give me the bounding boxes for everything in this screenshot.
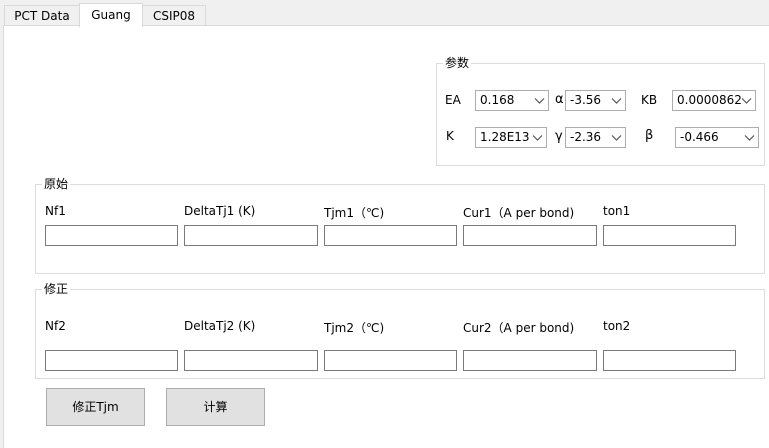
- chevron-down-icon: [744, 135, 755, 141]
- tjm1-input[interactable]: [324, 225, 457, 246]
- params-group-title: 参数: [445, 56, 470, 70]
- tjm1-label: Tjm1（℃): [324, 206, 385, 220]
- deltatj1-label: DeltaTj1 (K): [184, 204, 256, 218]
- tab-pct-data[interactable]: PCT Data: [4, 5, 80, 26]
- nf2-label: Nf2: [45, 319, 66, 333]
- gamma-combo[interactable]: -2.36: [565, 127, 626, 148]
- chevron-down-icon: [611, 135, 622, 141]
- cur2-input[interactable]: [463, 350, 597, 371]
- k-label: K: [446, 129, 454, 143]
- ton1-input[interactable]: [603, 225, 736, 246]
- ea-combo[interactable]: 0.168: [475, 90, 549, 111]
- nf1-input[interactable]: [45, 225, 178, 246]
- tab-guang[interactable]: Guang: [79, 3, 143, 27]
- chevron-down-icon: [741, 98, 752, 104]
- calculate-button[interactable]: 计算: [166, 388, 265, 426]
- k-combo[interactable]: 1.28E13: [475, 127, 547, 148]
- ton2-label: ton2: [603, 319, 631, 333]
- ton2-input[interactable]: [603, 350, 736, 371]
- alpha-combo-value: -3.56: [570, 93, 602, 107]
- correct-tjm-button[interactable]: 修正Tjm: [46, 388, 145, 426]
- beta-combo[interactable]: -0.466: [675, 127, 759, 148]
- original-group-title: 原始: [44, 177, 69, 191]
- nf2-input[interactable]: [45, 350, 178, 371]
- ea-combo-value: 0.168: [480, 93, 515, 107]
- params-group: 参数: [436, 57, 765, 166]
- gamma-label: γ: [555, 129, 563, 144]
- gamma-combo-value: -2.36: [570, 130, 602, 144]
- deltatj2-label: DeltaTj2 (K): [184, 319, 256, 333]
- cur1-label: Cur1（A per bond): [463, 206, 575, 220]
- beta-label: β: [645, 128, 654, 143]
- chevron-down-icon: [611, 98, 622, 104]
- kb-combo[interactable]: 0.0000862: [672, 90, 756, 111]
- deltatj2-input[interactable]: [184, 350, 318, 371]
- chevron-down-icon: [534, 98, 545, 104]
- tjm2-label: Tjm2（℃): [324, 321, 385, 335]
- tab-csip08[interactable]: CSIP08: [142, 5, 206, 26]
- tjm2-input[interactable]: [324, 350, 457, 371]
- tab-strip: PCT Data Guang CSIP08: [0, 0, 769, 27]
- chevron-down-icon: [532, 135, 543, 141]
- cur2-label: Cur2（A per bond): [463, 321, 575, 335]
- cur1-input[interactable]: [463, 225, 597, 246]
- beta-combo-value: -0.466: [680, 130, 719, 144]
- nf1-label: Nf1: [45, 204, 66, 218]
- k-combo-value: 1.28E13: [480, 130, 530, 144]
- alpha-label: α: [555, 92, 564, 107]
- alpha-combo[interactable]: -3.56: [565, 90, 626, 111]
- kb-label: KB: [641, 93, 658, 107]
- ea-label: EA: [445, 93, 461, 107]
- kb-combo-value: 0.0000862: [677, 93, 742, 107]
- ton1-label: ton1: [603, 204, 631, 218]
- deltatj1-input[interactable]: [184, 225, 318, 246]
- corrected-group-title: 修正: [44, 282, 69, 296]
